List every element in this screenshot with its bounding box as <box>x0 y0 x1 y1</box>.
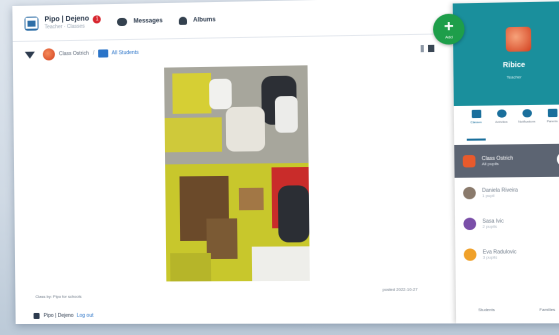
nav-messages[interactable]: Messages <box>117 17 163 26</box>
view-tools <box>420 44 435 52</box>
filter-icon[interactable] <box>24 51 35 59</box>
bell-icon <box>521 109 532 118</box>
people-icon <box>178 16 188 25</box>
profile-role: Teacher <box>506 74 522 80</box>
footer-text: Pipo | Dejeno <box>43 312 74 319</box>
bulb-icon <box>496 109 507 118</box>
nav-messages-label: Messages <box>133 17 163 25</box>
people-list: Class Ostrich All pupils Daniela Riveira… <box>454 143 559 271</box>
avatar <box>462 155 476 168</box>
avatar <box>463 248 477 261</box>
notification-badge[interactable]: 1 <box>93 14 102 24</box>
logout-link[interactable]: Log out <box>77 313 94 319</box>
parents-icon <box>547 108 557 118</box>
list-item[interactable]: Sasa Ivic 2 pupils <box>455 208 559 240</box>
breadcrumb-folder[interactable]: All Students <box>112 50 139 56</box>
trash-icon[interactable] <box>427 44 435 52</box>
breadcrumb-separator: / <box>92 50 95 57</box>
avatar <box>463 186 476 200</box>
profile-header: A Ribice Teacher <box>452 1 559 107</box>
person-sub: 3 pupils <box>482 254 498 260</box>
app-small-icon <box>33 312 40 319</box>
app-subtitle: Teacher · Classes <box>44 23 85 30</box>
photo-date: posted 2022-10-27 <box>382 286 418 292</box>
nav-albums-label: Albums <box>193 16 216 24</box>
app-switcher[interactable]: Pipo | Dejeno Teacher · Classes <box>44 15 89 30</box>
plus-icon: + <box>443 17 454 35</box>
chat-icon <box>117 17 128 26</box>
add-label: Add <box>445 33 453 39</box>
breadcrumb-class[interactable]: Class Ostrich <box>59 51 89 58</box>
profile-panel: A Ribice Teacher Classes Activities Noti… <box>452 1 559 324</box>
top-bar: Pipo | Dejeno Teacher · Classes 1 Messag… <box>12 0 454 43</box>
tab-label: Notifications <box>518 119 536 124</box>
more-options-icon[interactable] <box>420 44 424 52</box>
classes-icon <box>471 109 481 119</box>
person-sub: 2 pupils <box>482 223 498 229</box>
tab-notifications[interactable]: Notifications <box>517 109 536 140</box>
person-sub: 1 pupil <box>482 192 495 198</box>
classroom-photo[interactable] <box>164 65 310 282</box>
panel-footer: Students Families <box>456 301 559 318</box>
person-sub: All pupils <box>481 160 499 166</box>
tab-activities[interactable]: Activities <box>492 109 511 140</box>
tab-parents[interactable]: Parents <box>543 108 559 140</box>
footer: Pipo | Dejeno Log out <box>15 307 456 324</box>
profile-avatar[interactable] <box>505 26 532 52</box>
list-item[interactable]: Class Ostrich All pupils <box>454 143 559 178</box>
profile-name: Ribice <box>502 61 526 70</box>
list-item[interactable]: Eva Radulovic 3 pupils <box>455 239 559 271</box>
tab-label: Activities <box>495 119 508 124</box>
nav-albums[interactable]: Albums <box>178 16 216 25</box>
panel-tabs: Classes Activities Notifications Parents <box>454 108 559 141</box>
avatar <box>463 217 477 231</box>
app-window: Pipo | Dejeno Teacher · Classes 1 Messag… <box>12 0 559 325</box>
app-title: Pipo | Dejeno <box>44 15 90 23</box>
list-item[interactable]: Daniela Riveira 1 pupil <box>455 177 559 209</box>
folder-icon <box>98 49 109 58</box>
tab-label: Classes <box>470 120 482 125</box>
tab-label: Parents <box>546 119 558 124</box>
students-link[interactable]: Students <box>478 306 495 311</box>
class-avatar <box>42 48 55 61</box>
photo-caption: Class by: Pipo for schools <box>35 293 82 299</box>
families-link[interactable]: Families <box>539 306 555 311</box>
tab-classes[interactable]: Classes <box>466 109 486 141</box>
app-logo-icon[interactable] <box>24 16 39 31</box>
